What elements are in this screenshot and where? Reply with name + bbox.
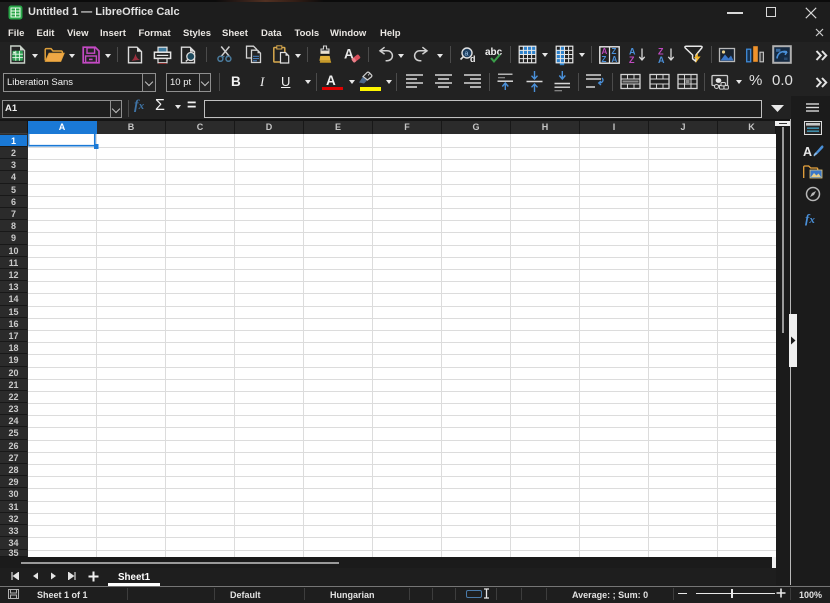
svg-text:A: A — [658, 55, 665, 64]
svg-text:Z: Z — [602, 55, 607, 64]
svg-text:A: A — [803, 145, 812, 159]
svg-text:a: a — [465, 51, 469, 58]
svg-text:Z: Z — [629, 55, 635, 64]
svg-text:abc: abc — [485, 47, 503, 58]
svg-text:A: A — [612, 55, 618, 64]
svg-text:d: d — [470, 54, 476, 64]
